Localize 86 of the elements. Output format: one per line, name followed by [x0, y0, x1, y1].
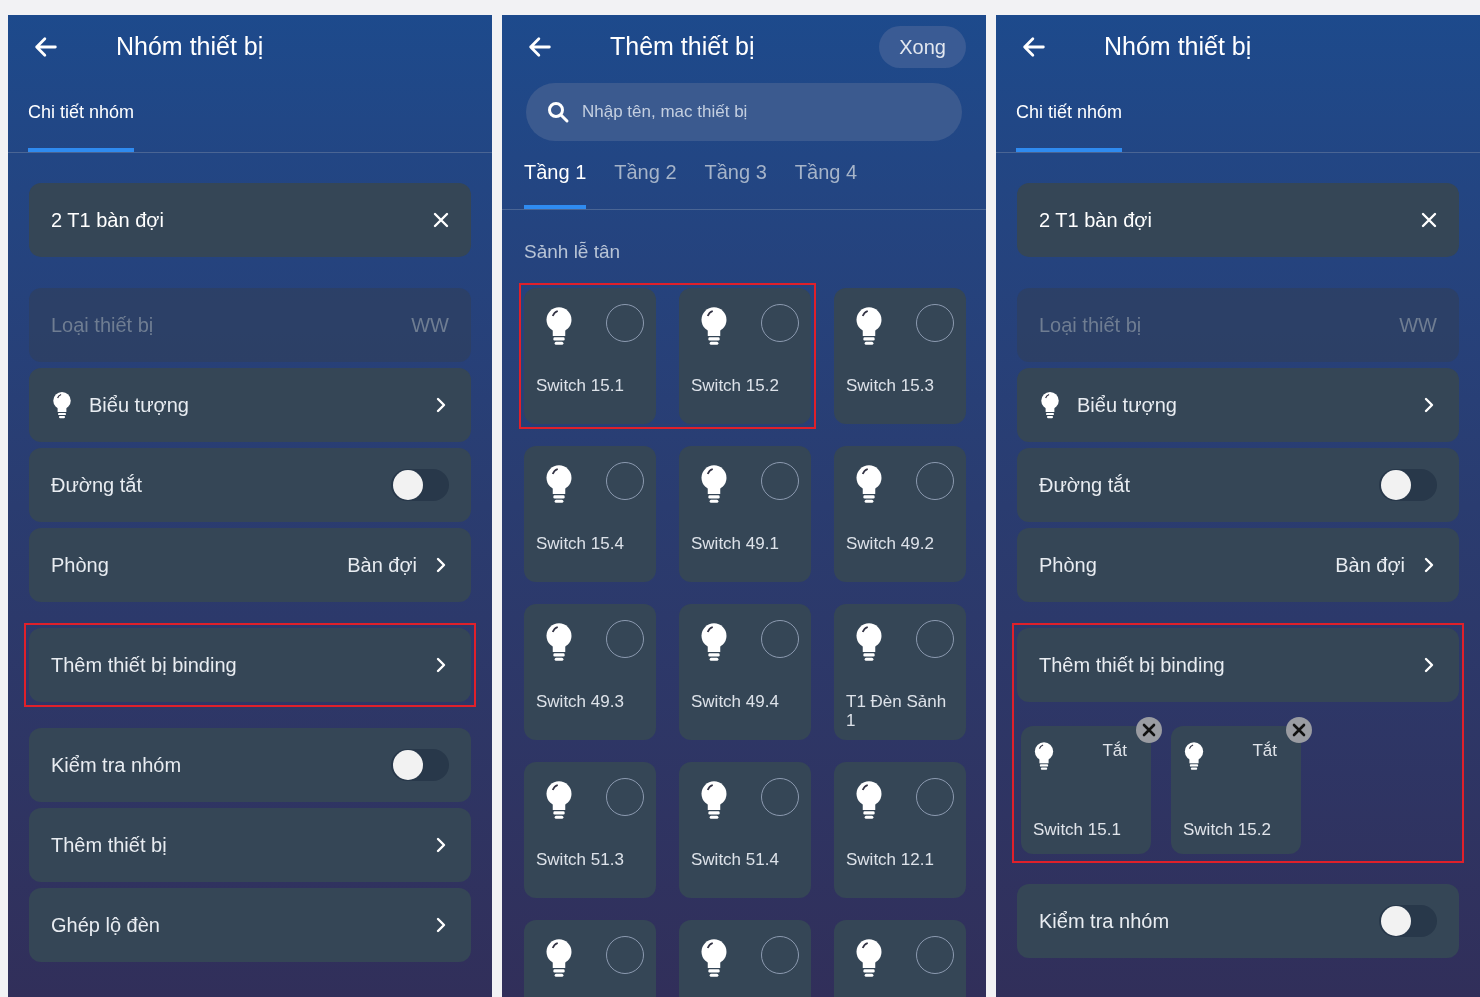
- settings-row[interactable]: Đường tắt: [1017, 448, 1459, 522]
- bound-device-card[interactable]: Tắt Switch 15.1: [1021, 726, 1151, 854]
- device-tile[interactable]: Switch 15.2: [679, 287, 811, 424]
- row-label: Đường tắt: [1039, 473, 1131, 498]
- device-tile[interactable]: Switch 49.2: [834, 445, 966, 582]
- device-tile[interactable]: Switch 49.4: [679, 603, 811, 740]
- section-heading: Sảnh lễ tân: [523, 240, 622, 264]
- row-value: WW: [411, 313, 449, 338]
- tile-name: Switch 15.2: [691, 375, 780, 396]
- tile-name: T1 Đèn Sảnh 1: [846, 691, 948, 731]
- close-icon[interactable]: [1421, 212, 1437, 228]
- device-state: Tắt: [1252, 740, 1278, 762]
- floor-tab[interactable]: Tầng 1: [524, 157, 587, 209]
- group-name-field[interactable]: 2 T1 bàn đợi: [1017, 183, 1459, 257]
- settings-row[interactable]: Thêm thiết bị binding: [29, 628, 471, 702]
- row-label: Kiểm tra nhóm: [51, 753, 183, 778]
- settings-row[interactable]: Phòng Bàn đợi: [29, 528, 471, 602]
- device-tile[interactable]: Switch 15.3: [834, 287, 966, 424]
- settings-row[interactable]: Biểu tượng: [1017, 368, 1459, 442]
- search-field[interactable]: Nhập tên, mac thiết bị: [526, 83, 962, 141]
- settings-row[interactable]: Kiểm tra nhóm: [1017, 884, 1459, 958]
- toggle-switch[interactable]: [1379, 905, 1437, 937]
- row-label: Thêm thiết bị: [51, 833, 168, 858]
- device-tile[interactable]: Switch 49.3: [524, 603, 656, 740]
- device-name: Switch 15.2: [1183, 818, 1272, 841]
- floor-tab[interactable]: Tầng 4: [794, 157, 858, 209]
- tile-name: Switch 51.3: [536, 849, 625, 870]
- done-button[interactable]: Xong: [879, 26, 966, 68]
- row-label: Đường tắt: [51, 473, 143, 498]
- tile-name: Switch 51.4: [691, 849, 780, 870]
- tile-name: Switch 12.1: [846, 849, 935, 870]
- tile-name: Switch 15.3: [846, 375, 935, 396]
- toggle-switch[interactable]: [391, 469, 449, 501]
- group-name-field[interactable]: 2 T1 bàn đợi: [29, 183, 471, 257]
- settings-row[interactable]: Ghép lộ đèn: [29, 888, 471, 962]
- field-value: 2 T1 bàn đợi: [51, 208, 165, 233]
- bound-device-card[interactable]: Tắt Switch 15.2: [1171, 726, 1301, 854]
- device-tile[interactable]: Switch 12.1: [834, 761, 966, 898]
- device-tile[interactable]: Switch 49.1: [679, 445, 811, 582]
- device-tile[interactable]: T1 Đèn Sảnh 1: [834, 603, 966, 740]
- row-value: WW: [1399, 313, 1437, 338]
- remove-icon[interactable]: [1285, 716, 1313, 744]
- toggle-switch[interactable]: [391, 749, 449, 781]
- row-value: Bàn đợi: [1335, 553, 1405, 578]
- screen-title: Nhóm thiết bị: [1104, 31, 1252, 63]
- device-tile[interactable]: Switch 51.4: [679, 761, 811, 898]
- tile-name: Switch 15.4: [536, 533, 625, 554]
- screen-title: Nhóm thiết bị: [116, 31, 264, 63]
- close-icon[interactable]: [433, 212, 449, 228]
- row-value: Bàn đợi: [347, 553, 417, 578]
- settings-row[interactable]: Thêm thiết bị binding: [1017, 628, 1459, 702]
- tile-name: Switch 49.2: [846, 533, 935, 554]
- tab[interactable]: Chi tiết nhóm: [1016, 99, 1123, 152]
- row-label: Thêm thiết bị binding: [1039, 653, 1226, 678]
- search-icon: [546, 100, 570, 124]
- row-label: Biểu tượng: [1077, 393, 1178, 418]
- tab[interactable]: Chi tiết nhóm: [28, 99, 135, 152]
- device-tile[interactable]: Switch 51.3: [524, 761, 656, 898]
- settings-row[interactable]: Thêm thiết bị: [29, 808, 471, 882]
- row-label: Phòng: [1039, 553, 1098, 578]
- row-label: Biểu tượng: [89, 393, 190, 418]
- settings-row[interactable]: Biểu tượng: [29, 368, 471, 442]
- row-label: Phòng: [51, 553, 110, 578]
- floor-tab[interactable]: Tầng 2: [614, 157, 677, 209]
- tile-name: Switch 49.4: [691, 691, 780, 712]
- device-tile[interactable]: Switch 15.1: [524, 287, 656, 424]
- row-label: Thêm thiết bị binding: [51, 653, 238, 678]
- tile-name: Switch 49.3: [536, 691, 625, 712]
- device-state: Tắt: [1102, 740, 1128, 762]
- search-placeholder: Nhập tên, mac thiết bị: [582, 101, 748, 124]
- settings-row[interactable]: Phòng Bàn đợi: [1017, 528, 1459, 602]
- settings-row[interactable]: Kiểm tra nhóm: [29, 728, 471, 802]
- row-label: Ghép lộ đèn: [51, 913, 161, 938]
- floor-tab[interactable]: Tầng 3: [704, 157, 767, 209]
- screen-title: Thêm thiết bị: [610, 31, 756, 63]
- row-label: Loại thiết bị: [1039, 313, 1143, 338]
- tile-name: Switch 49.1: [691, 533, 780, 554]
- remove-icon[interactable]: [1135, 716, 1163, 744]
- row-label: Loại thiết bị: [51, 313, 155, 338]
- device-tile[interactable]: Switch 15.4: [524, 445, 656, 582]
- field-value: 2 T1 bàn đợi: [1039, 208, 1153, 233]
- settings-row[interactable]: Đường tắt: [29, 448, 471, 522]
- row-label: Kiểm tra nhóm: [1039, 909, 1171, 934]
- device-name: Switch 15.1: [1033, 818, 1122, 841]
- toggle-switch[interactable]: [1379, 469, 1437, 501]
- tile-name: Switch 15.1: [536, 375, 625, 396]
